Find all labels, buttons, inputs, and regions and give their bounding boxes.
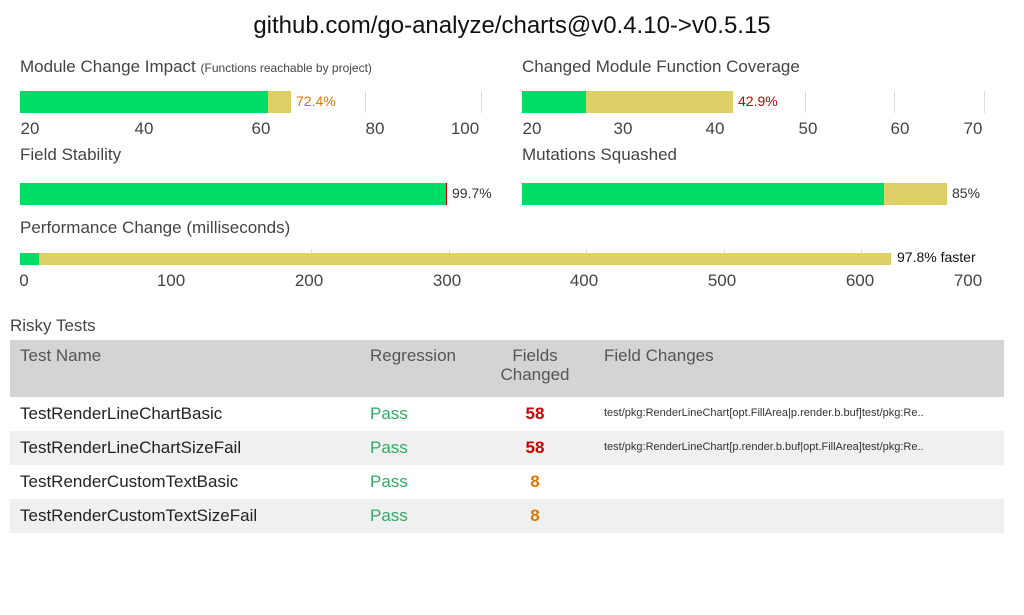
mutations-squashed-bar: 85% [522,183,988,205]
header-test-name: Test Name [20,346,102,365]
risky-tests-table: Test Name Regression Fields Changed Fiel… [10,340,1004,533]
bar-segment-green [522,91,586,113]
bar-segment-green [20,183,446,205]
gridline [894,91,895,113]
axis-tick: 50 [798,119,818,138]
test-name: TestRenderCustomTextBasic [20,472,239,491]
function-coverage-title: Changed Module Function Coverage [522,57,800,76]
function-coverage-value: 42.9% [738,93,778,109]
bar-segment-yellow [884,183,947,205]
fields-changed-count: 8 [530,472,540,491]
bar-segment-yellow [39,253,891,265]
fields-changed-count: 58 [525,404,545,423]
axis-tick: 30 [613,119,633,138]
bar-segment-yellow [268,91,291,113]
axis-tick: 40 [705,119,725,138]
gridline [481,91,482,113]
fields-changed-count: 8 [530,506,540,525]
regression-status: Pass [370,404,408,423]
header-field-changes: Field Changes [604,346,714,365]
module-change-impact-bar: 72.4% [20,91,490,113]
module-change-impact-subtitle: (Functions reachable by project) [200,61,372,75]
test-name: TestRenderCustomTextSizeFail [20,506,258,525]
axis-tick: 700 [953,271,983,290]
axis-tick: 20 [20,119,40,138]
gridline [984,91,985,113]
axis-tick: 40 [134,119,154,138]
risky-tests-title: Risky Tests [10,316,96,335]
test-name: TestRenderLineChartSizeFail [20,438,242,457]
mutations-squashed-value: 85% [952,185,981,201]
table-row: TestRenderLineChartSizeFail Pass 58 test… [10,431,1004,465]
axis-tick: 200 [294,271,324,290]
module-change-impact-title-text: Module Change Impact [20,57,196,76]
gridline [365,91,366,113]
regression-status: Pass [370,438,408,457]
gridline [805,91,806,113]
header-fields-changed: Fields Changed [485,346,585,384]
field-stability-value: 99.7% [452,185,492,201]
field-stability-bar: 99.7% [20,183,500,205]
table-row: TestRenderCustomTextBasic Pass 8 [10,465,1004,499]
table-row: TestRenderCustomTextSizeFail Pass 8 [10,499,1004,533]
fields-changed-count: 58 [525,438,545,457]
bar-segment-green [522,183,884,205]
bar-segment-green [20,91,268,113]
axis-tick: 400 [569,271,599,290]
bar-segment-green [20,253,39,265]
function-coverage-bar: 42.9% [522,91,988,113]
header-regression: Regression [370,346,456,365]
module-change-impact-title: Module Change Impact (Functions reachabl… [20,57,372,77]
test-name: TestRenderLineChartBasic [20,404,223,423]
axis-tick: 60 [251,119,271,138]
module-change-impact-value: 72.4% [296,93,336,109]
axis-tick: 80 [365,119,385,138]
bar-segment-yellow [586,91,733,113]
performance-change-title: Performance Change (milliseconds) [20,218,291,237]
axis-tick: 600 [845,271,875,290]
page-title: github.com/go-analyze/charts@v0.4.10->v0… [253,12,771,39]
mutations-squashed-title: Mutations Squashed [522,145,677,164]
table-header: Test Name Regression Fields Changed Fiel… [10,340,1004,397]
bar-segment-red [446,183,447,205]
axis-tick: 100 [450,119,480,138]
axis-tick: 20 [522,119,542,138]
regression-status: Pass [370,506,408,525]
field-changes-text: test/pkg:RenderLineChart[opt.FillArea|p.… [604,407,924,419]
table-row: TestRenderLineChartBasic Pass 58 test/pk… [10,397,1004,431]
axis-tick: 60 [890,119,910,138]
axis-tick: 0 [19,271,29,290]
field-stability-title: Field Stability [20,145,122,164]
field-changes-text: test/pkg:RenderLineChart[p.render.b.buf|… [604,441,924,453]
axis-tick: 100 [156,271,186,290]
performance-change-bar: 97.8% faster [20,249,990,265]
axis-tick: 300 [432,271,462,290]
axis-tick: 500 [707,271,737,290]
performance-change-value: 97.8% faster [897,249,976,265]
header-fields-line1: Fields [512,346,558,365]
axis-tick: 70 [963,119,983,138]
header-fields-line2: Changed [500,365,570,384]
regression-status: Pass [370,472,408,491]
